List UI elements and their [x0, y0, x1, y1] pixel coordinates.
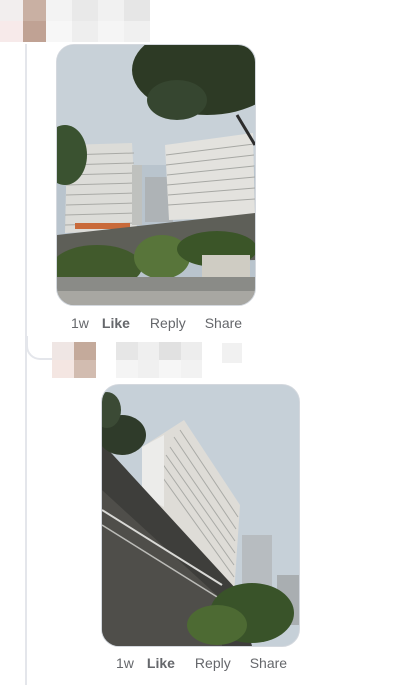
- avatar[interactable]: [0, 0, 46, 42]
- share-button[interactable]: Share: [250, 655, 287, 671]
- thread-line: [25, 44, 27, 685]
- comment-actions: 1w Like Reply Share: [71, 315, 242, 331]
- reply-button[interactable]: Reply: [195, 655, 231, 671]
- reply-meta-pixelated: [222, 343, 242, 363]
- timestamp[interactable]: 1w: [116, 655, 134, 671]
- author-name-pixelated[interactable]: [46, 0, 150, 42]
- reply-branch-line: [26, 336, 54, 360]
- reply-actions: 1w Like Reply Share: [116, 655, 287, 671]
- like-button[interactable]: Like: [147, 655, 175, 671]
- building-photo-image: [57, 45, 255, 305]
- reply-button[interactable]: Reply: [150, 315, 186, 331]
- reply-avatar[interactable]: [52, 342, 96, 378]
- reply-author-name-pixelated[interactable]: [116, 342, 202, 378]
- reply-photo[interactable]: [101, 384, 300, 647]
- building-photo-image: [102, 385, 299, 646]
- comment-photo[interactable]: [56, 44, 256, 306]
- share-button[interactable]: Share: [205, 315, 242, 331]
- like-button[interactable]: Like: [102, 315, 130, 331]
- timestamp[interactable]: 1w: [71, 315, 89, 331]
